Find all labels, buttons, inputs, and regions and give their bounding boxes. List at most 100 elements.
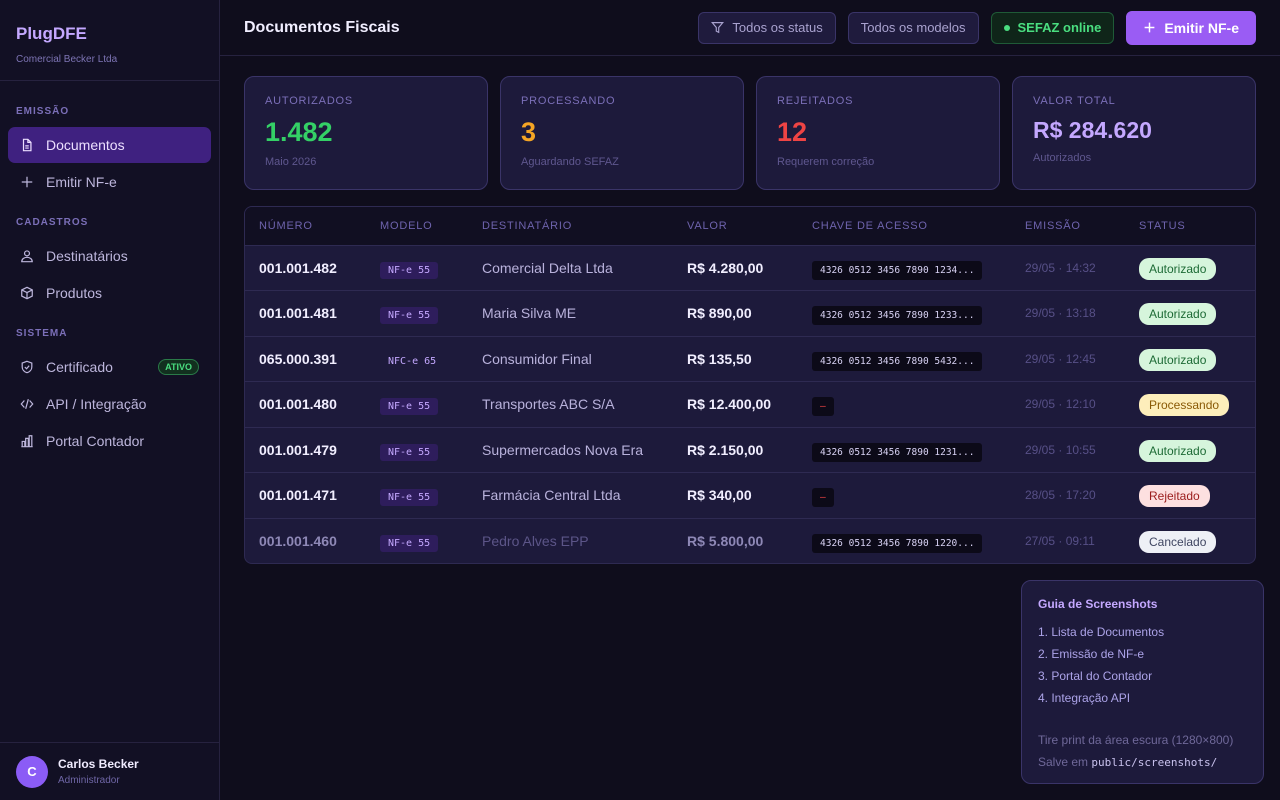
guide-note-path: public/screenshots/ bbox=[1091, 756, 1218, 769]
table-row[interactable]: 001.001.471 NF-e 55 Farmácia Central Ltd… bbox=[245, 472, 1255, 519]
stat-label: AUTORIZADOS bbox=[265, 95, 354, 107]
doc-number: 001.001.482 bbox=[259, 259, 337, 276]
sidebar-item-produtos[interactable]: Produtos bbox=[8, 275, 211, 311]
sefaz-status-label: SEFAZ online bbox=[1017, 20, 1102, 35]
status-badge: Autorizado bbox=[1139, 257, 1217, 280]
doc-number: 001.001.471 bbox=[259, 487, 337, 504]
stat-card-autorizados: AUTORIZADOS 1.482 Maio 2026 bbox=[244, 76, 488, 190]
sidebar-item-label: Certificado bbox=[46, 359, 113, 375]
sidebar-item-label: Documentos bbox=[46, 137, 125, 153]
issue-date: 29/05 · 10:55 bbox=[1025, 442, 1096, 457]
plus-icon bbox=[1144, 22, 1155, 33]
sidebar-item-portal[interactable]: Portal Contador bbox=[8, 423, 211, 459]
page-title: Documentos Fiscais bbox=[244, 18, 400, 36]
column-header-status[interactable]: STATUS bbox=[1125, 207, 1255, 245]
shield-icon bbox=[21, 360, 33, 374]
stat-sub: Autorizados bbox=[1033, 152, 1092, 164]
doc-value: R$ 890,00 bbox=[687, 305, 752, 322]
sidebar-item-label: Portal Contador bbox=[46, 433, 145, 449]
guide-note: Tire print da área escura (1280×800) Sal… bbox=[1038, 729, 1247, 774]
doc-number: 001.001.479 bbox=[259, 441, 337, 458]
doc-number: 001.001.480 bbox=[259, 396, 337, 413]
stat-label: PROCESSANDO bbox=[521, 95, 616, 107]
stat-card-processando: PROCESSANDO 3 Aguardando SEFAZ bbox=[500, 76, 744, 190]
users-icon bbox=[21, 250, 33, 263]
user-profile[interactable]: C Carlos Becker Administrador bbox=[0, 742, 219, 800]
table-row[interactable]: 001.001.480 NF-e 55 Transportes ABC S/A … bbox=[245, 381, 1255, 428]
issue-date: 29/05 · 14:32 bbox=[1025, 260, 1096, 275]
sidebar-item-certificado[interactable]: Certificado ATIVO bbox=[8, 349, 211, 385]
model-tag: NF-e 55 bbox=[380, 535, 439, 552]
stat-label: VALOR TOTAL bbox=[1033, 95, 1116, 107]
guide-note-prefix: Salve em bbox=[1038, 755, 1089, 769]
guide-note-line1: Tire print da área escura (1280×800) bbox=[1038, 733, 1234, 747]
model-tag: NF-e 55 bbox=[380, 398, 439, 416]
code-icon bbox=[20, 399, 34, 409]
model-tag: NF-e 55 bbox=[380, 443, 439, 461]
emit-nfe-button[interactable]: Emitir NF-e bbox=[1126, 10, 1256, 45]
sidebar-item-destinatarios[interactable]: Destinatários bbox=[8, 238, 211, 274]
column-header-modelo[interactable]: MODELO bbox=[366, 207, 468, 245]
recipient: Pedro Alves EPP bbox=[482, 533, 589, 549]
access-key: 4326 0512 3456 7890 1234... bbox=[812, 260, 983, 280]
user-name: Carlos Becker bbox=[58, 757, 139, 771]
access-key: 4326 0512 3456 7890 5432... bbox=[812, 351, 983, 371]
recipient: Comercial Delta Ltda bbox=[482, 259, 613, 276]
screenshot-guide-panel: Guia de Screenshots 1. Lista de Document… bbox=[1021, 580, 1264, 784]
recipient: Supermercados Nova Era bbox=[482, 441, 644, 458]
table-row[interactable]: 001.001.479 NF-e 55 Supermercados Nova E… bbox=[245, 427, 1255, 473]
column-header-destinatario[interactable]: DESTINATÁRIO bbox=[468, 207, 673, 245]
sidebar-item-label: Destinatários bbox=[46, 248, 128, 264]
sidebar-item-documentos[interactable]: Documentos bbox=[8, 127, 211, 163]
column-header-chave[interactable]: CHAVE DE ACESSO bbox=[798, 207, 1011, 245]
doc-value: R$ 5.800,00 bbox=[687, 533, 764, 549]
documents-table: NÚMERO MODELO DESTINATÁRIO VALOR CHAVE D… bbox=[244, 206, 1256, 564]
guide-item[interactable]: 4. Integração API bbox=[1038, 691, 1247, 705]
model-tag: NF-e 55 bbox=[380, 261, 439, 279]
bar-chart-icon bbox=[21, 435, 33, 448]
avatar: C bbox=[16, 755, 48, 788]
doc-value: R$ 4.280,00 bbox=[687, 259, 764, 276]
stat-value: 1.482 bbox=[265, 117, 333, 147]
table-row[interactable]: 001.001.482 NF-e 55 Comercial Delta Ltda… bbox=[245, 245, 1255, 291]
emit-nfe-label: Emitir NF-e bbox=[1164, 19, 1239, 36]
table-row[interactable]: 001.001.481 NF-e 55 Maria Silva ME R$ 89… bbox=[245, 290, 1255, 337]
status-badge: Autorizado bbox=[1139, 439, 1217, 462]
status-filter-label: Todos os status bbox=[732, 20, 823, 35]
company-name: Comercial Becker Ltda bbox=[16, 54, 118, 65]
guide-item[interactable]: 3. Portal do Contador bbox=[1038, 669, 1247, 683]
sidebar-item-api[interactable]: API / Integração bbox=[8, 386, 211, 422]
table-row[interactable]: 065.000.391 NFC-e 65 Consumidor Final R$… bbox=[245, 336, 1255, 382]
access-key: — bbox=[812, 397, 834, 417]
issue-date: 28/05 · 17:20 bbox=[1025, 488, 1096, 503]
plus-icon bbox=[21, 176, 33, 188]
stat-value: 12 bbox=[777, 117, 808, 147]
column-header-valor[interactable]: VALOR bbox=[673, 207, 798, 245]
sidebar-item-emitir[interactable]: Emitir NF-e bbox=[8, 164, 211, 200]
model-filter-button[interactable]: Todos os modelos bbox=[847, 11, 979, 44]
header: Documentos Fiscais Todos os status Todos… bbox=[220, 0, 1280, 56]
stat-value: 3 bbox=[521, 117, 537, 147]
guide-item[interactable]: 1. Lista de Documentos bbox=[1038, 625, 1247, 639]
user-role: Administrador bbox=[58, 775, 120, 786]
sidebar-item-label: API / Integração bbox=[46, 396, 147, 412]
column-header-numero[interactable]: NÚMERO bbox=[245, 207, 366, 245]
nav-section-cadastros: CADASTROS bbox=[16, 217, 89, 228]
column-header-emissao[interactable]: EMISSÃO bbox=[1011, 207, 1125, 245]
stat-value: R$ 284.620 bbox=[1033, 117, 1152, 143]
issue-date: 29/05 · 13:18 bbox=[1025, 306, 1096, 321]
stat-sub: Requerem correção bbox=[777, 156, 875, 168]
guide-note-line2: Salve em public/screenshots/ bbox=[1038, 751, 1247, 774]
sidebar-item-label: Emitir NF-e bbox=[46, 174, 117, 190]
status-badge: ATIVO bbox=[158, 359, 199, 375]
model-tag: NF-e 55 bbox=[380, 489, 439, 507]
status-filter-button[interactable]: Todos os status bbox=[698, 11, 836, 44]
status-badge: Autorizado bbox=[1139, 303, 1217, 326]
stat-sub: Maio 2026 bbox=[265, 156, 317, 168]
doc-number: 065.000.391 bbox=[259, 350, 337, 367]
table-row[interactable]: 001.001.460 NF-e 55 Pedro Alves EPP R$ 5… bbox=[245, 518, 1255, 563]
stat-card-valor-total: VALOR TOTAL R$ 284.620 Autorizados bbox=[1012, 76, 1256, 190]
status-badge: Processando bbox=[1139, 394, 1230, 417]
guide-item[interactable]: 2. Emissão de NF-e bbox=[1038, 647, 1247, 661]
model-tag: NF-e 55 bbox=[380, 307, 439, 325]
